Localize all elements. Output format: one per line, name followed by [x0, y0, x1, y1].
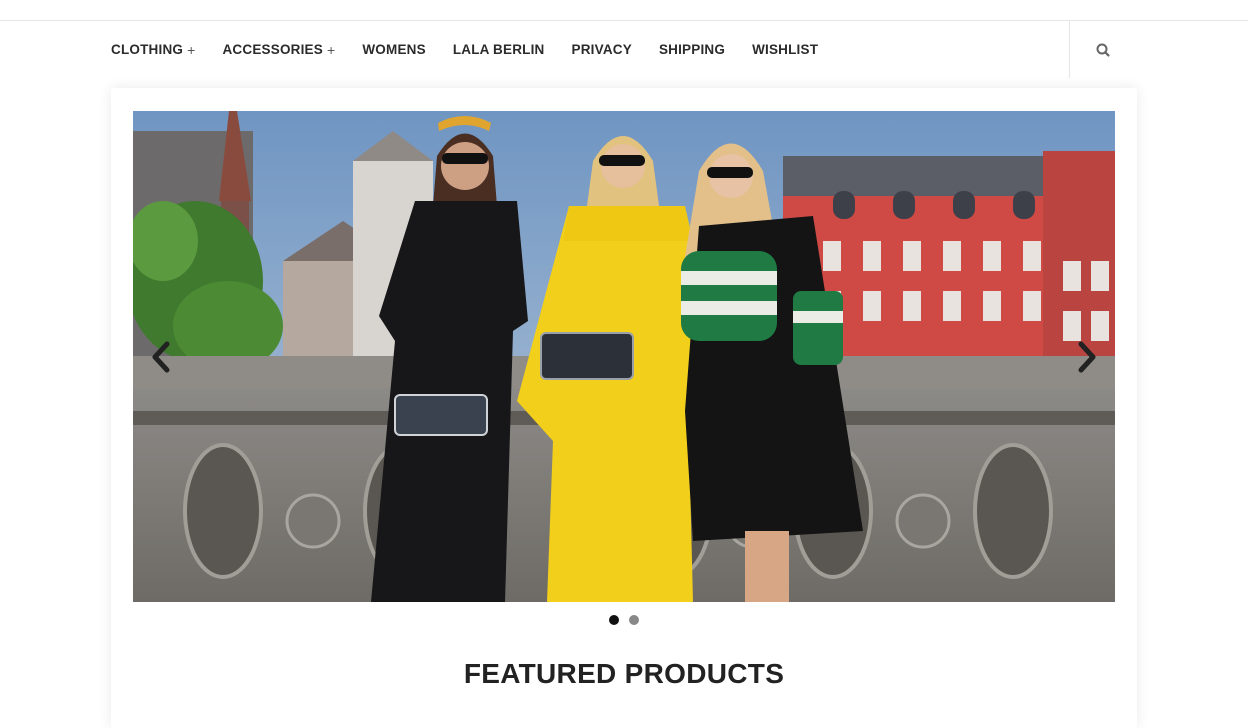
nav-item-clothing[interactable]: CLOTHING +	[111, 42, 195, 58]
slider-pagination	[111, 615, 1137, 625]
nav-item-lala-berlin[interactable]: LALA BERLIN	[453, 42, 545, 57]
nav-item-label: PRIVACY	[571, 42, 632, 57]
chevron-left-icon	[152, 341, 170, 373]
nav-item-wishlist[interactable]: WISHLIST	[752, 42, 818, 57]
nav-menu: CLOTHING + ACCESSORIES + WOMENS LALA BER…	[111, 21, 845, 78]
nav-item-shipping[interactable]: SHIPPING	[659, 42, 725, 57]
search-icon	[1096, 43, 1110, 57]
slider-prev-button[interactable]	[146, 339, 176, 375]
nav-item-label: LALA BERLIN	[452, 42, 545, 57]
hero-slider[interactable]	[133, 111, 1115, 602]
slider-next-button[interactable]	[1072, 339, 1102, 375]
chevron-right-icon	[1078, 341, 1096, 373]
featured-products-heading: FEATURED PRODUCTS	[463, 658, 785, 689]
nav-item-label: SHIPPING	[658, 42, 726, 57]
search-button[interactable]	[1092, 39, 1114, 61]
nav-item-privacy[interactable]: PRIVACY	[572, 42, 632, 57]
nav-divider	[1069, 21, 1070, 78]
nav-item-label: WISHLIST	[752, 42, 819, 57]
slider-dot-2[interactable]	[629, 615, 639, 625]
content-card: FEATURED PRODUCTS	[111, 88, 1137, 728]
hero-image	[133, 111, 1115, 602]
nav-item-accessories[interactable]: ACCESSORIES +	[222, 42, 335, 58]
expand-icon[interactable]: +	[187, 42, 195, 58]
expand-icon[interactable]: +	[327, 42, 335, 58]
nav-item-label: ACCESSORIES	[222, 42, 323, 57]
main-nav: CLOTHING + ACCESSORIES + WOMENS LALA BER…	[0, 21, 1248, 78]
nav-item-label: WOMENS	[362, 42, 426, 57]
top-bar	[0, 0, 1248, 21]
nav-item-label: CLOTHING	[111, 42, 184, 57]
nav-item-womens[interactable]: WOMENS	[362, 42, 425, 57]
slider-dot-1[interactable]	[609, 615, 619, 625]
